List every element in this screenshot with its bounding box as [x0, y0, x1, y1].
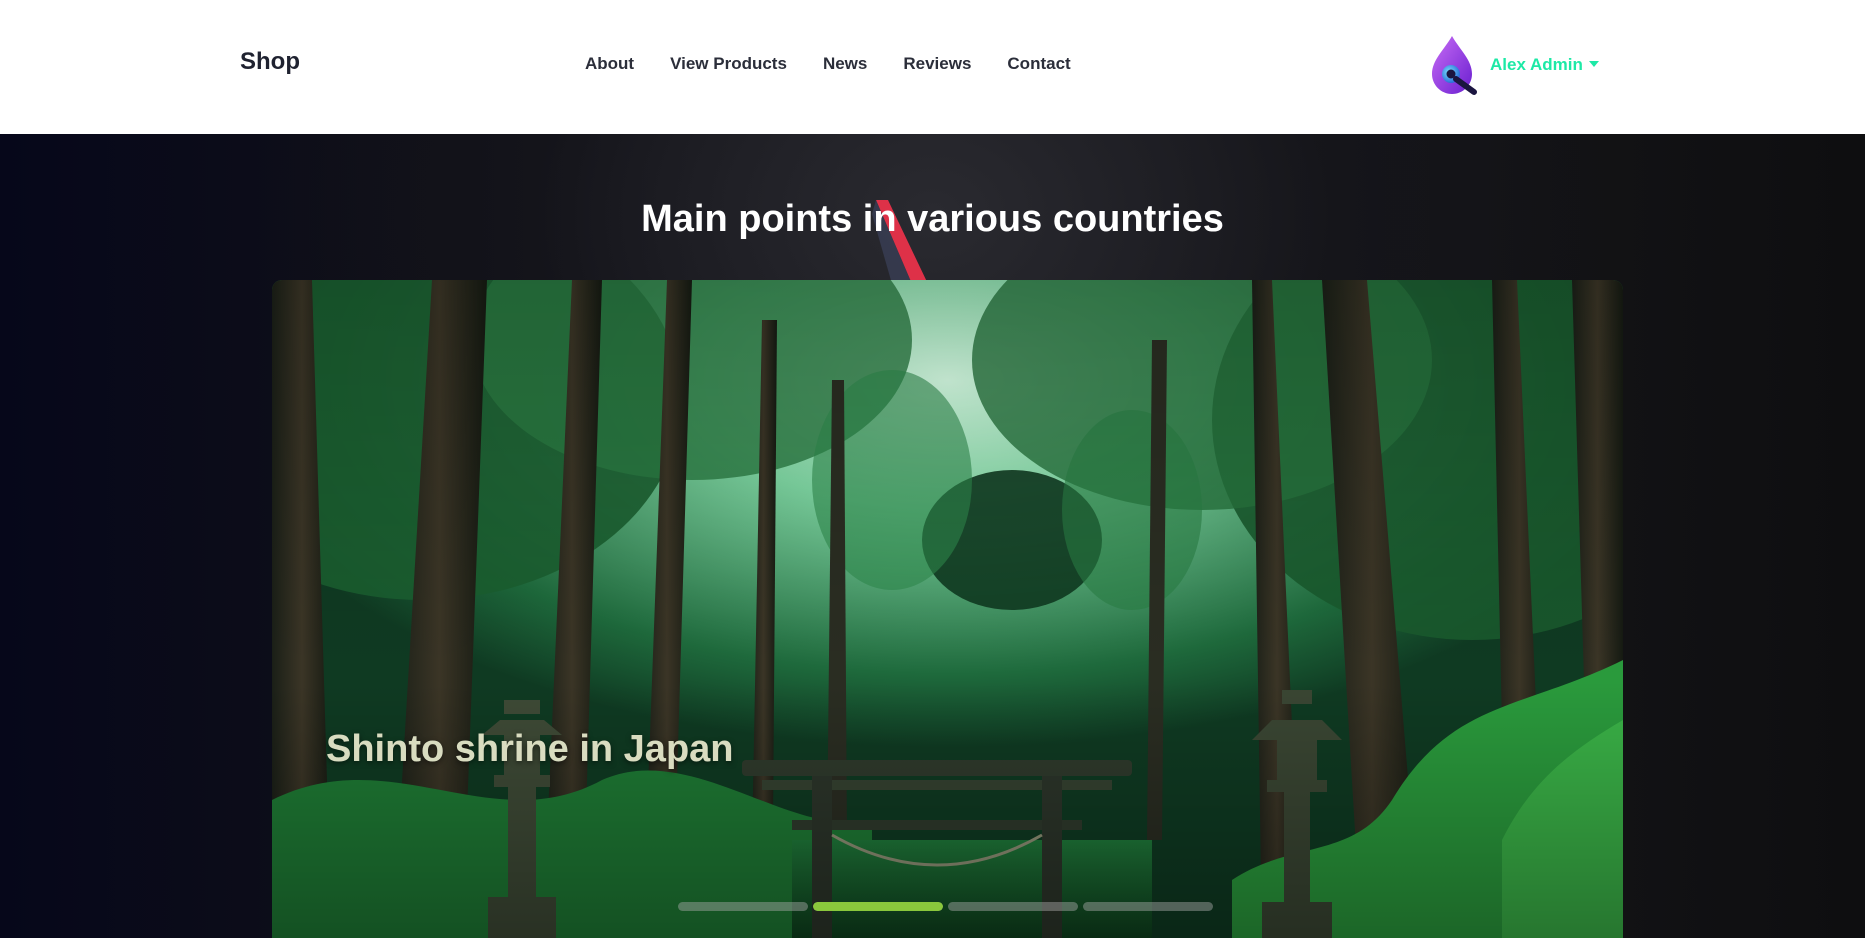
nav-about[interactable]: About [585, 54, 634, 74]
main-nav: About View Products News Reviews Contact [585, 54, 1107, 74]
carousel-indicators [678, 902, 1213, 911]
nav-view-products[interactable]: View Products [670, 54, 787, 74]
indicator-progress [813, 902, 943, 911]
brand-logo[interactable]: Shop [240, 48, 300, 76]
caret-down-icon [1588, 60, 1599, 67]
user-name-label: Alex Admin [1490, 55, 1583, 74]
carousel-indicator-2[interactable] [813, 902, 943, 911]
purple-drop-avatar-icon[interactable] [1430, 34, 1480, 96]
site-header: Shop About View Products News Reviews Co… [0, 0, 1865, 134]
slide-caption: Shinto shrine in Japan [326, 728, 734, 770]
image-carousel[interactable]: Shinto shrine in Japan [272, 280, 1623, 938]
nav-reviews[interactable]: Reviews [903, 54, 971, 74]
user-menu[interactable]: Alex Admin [1430, 34, 1599, 96]
user-name[interactable]: Alex Admin [1490, 55, 1599, 75]
nav-contact[interactable]: Contact [1007, 54, 1070, 74]
forest-torii-gate-image [272, 280, 1623, 938]
carousel-indicator-3[interactable] [948, 902, 1078, 911]
carousel-indicator-4[interactable] [1083, 902, 1213, 911]
hero-title: Main points in various countries [641, 198, 1224, 240]
carousel-indicator-1[interactable] [678, 902, 808, 911]
hero-section: Main points in various countries Shinto … [0, 134, 1865, 938]
nav-news[interactable]: News [823, 54, 867, 74]
